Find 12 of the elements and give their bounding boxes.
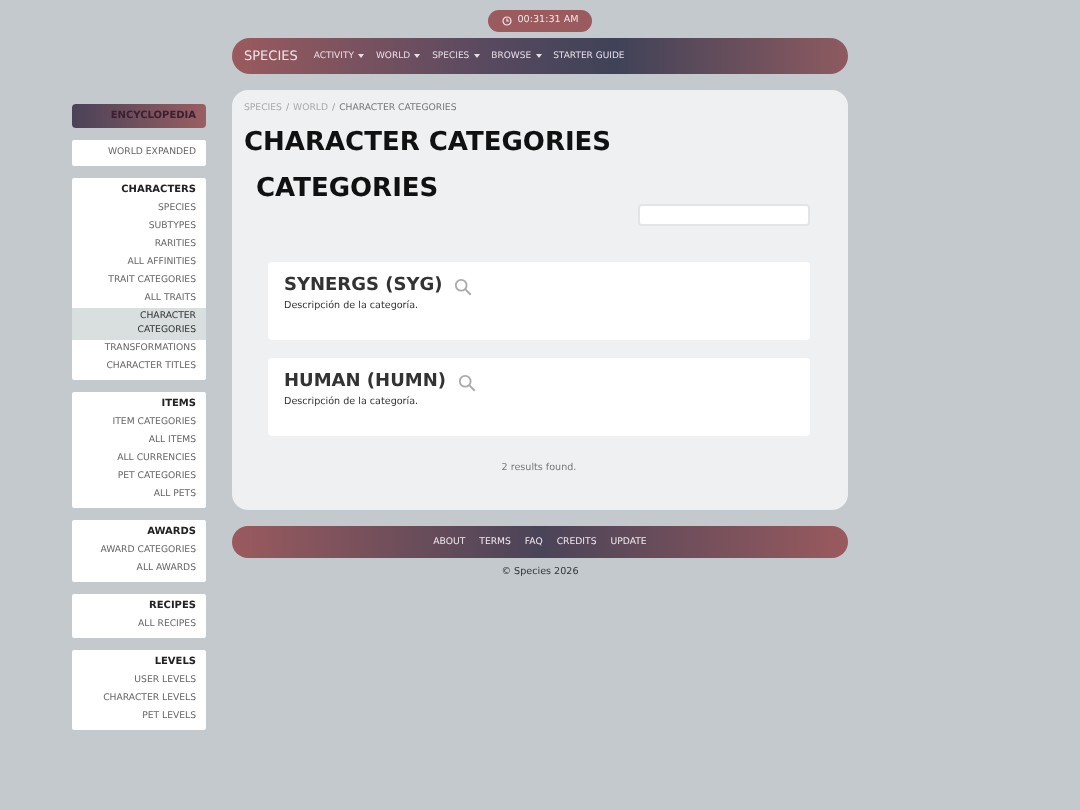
section-title: CATEGORIES	[256, 174, 441, 204]
caret-icon	[357, 54, 364, 58]
caret-icon	[414, 54, 421, 58]
caret-icon	[473, 54, 480, 58]
page-title: CHARACTER CATEGORIES	[244, 128, 614, 158]
search-icon[interactable]	[454, 277, 473, 295]
clock-icon	[501, 16, 512, 26]
category-name: SYNERGS (SYG)	[284, 276, 443, 296]
search-field[interactable]	[638, 204, 810, 226]
caret-icon	[535, 54, 542, 58]
search-icon[interactable]	[457, 373, 476, 391]
category-name: HUMAN (HUMN)	[284, 372, 446, 392]
